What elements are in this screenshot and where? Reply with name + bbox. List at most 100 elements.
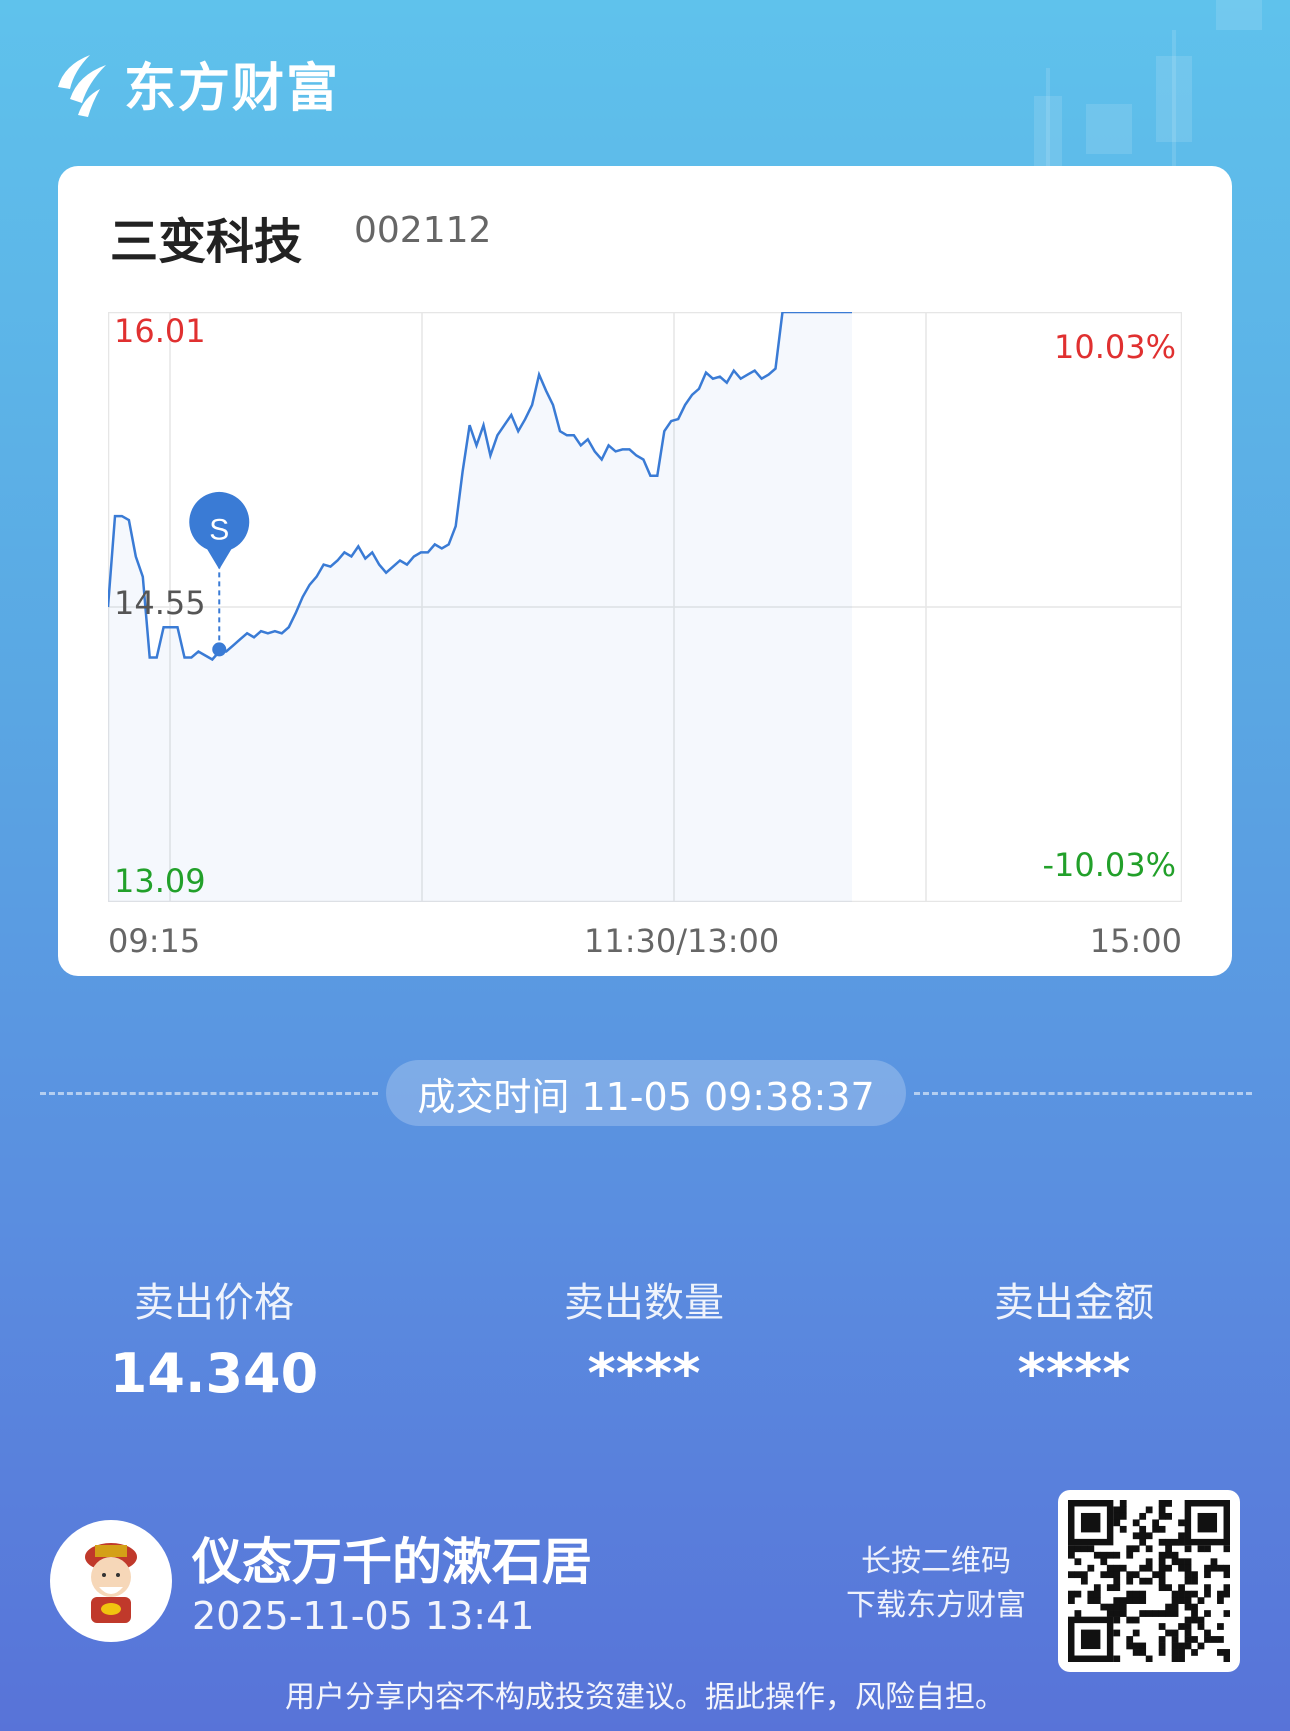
- qr-module: [1184, 1571, 1192, 1579]
- sell-price-value: 14.340: [109, 1342, 319, 1405]
- avatar[interactable]: [50, 1520, 172, 1642]
- qr-module: [1139, 1512, 1147, 1520]
- qr-module: [1184, 1577, 1192, 1585]
- qr-module: [1132, 1519, 1140, 1527]
- qr-module: [1074, 1545, 1082, 1553]
- qr-module: [1145, 1532, 1153, 1540]
- qr-module: [1152, 1525, 1160, 1533]
- qr-module: [1100, 1558, 1108, 1566]
- decorative-candle: [1034, 96, 1062, 166]
- qr-module: [1184, 1597, 1192, 1604]
- qr-module: [1145, 1545, 1153, 1553]
- qr-module: [1165, 1584, 1172, 1592]
- y-high-label: 16.01: [114, 312, 206, 350]
- qr-module: [1184, 1564, 1192, 1572]
- qr-module: [1184, 1603, 1192, 1611]
- qr-module: [1074, 1571, 1082, 1579]
- qr-module: [1087, 1545, 1095, 1553]
- qr-code[interactable]: [1058, 1490, 1240, 1672]
- user-name: 仪态万千的漱石居: [192, 1533, 592, 1591]
- qr-module: [1165, 1545, 1172, 1553]
- qr-module: [1158, 1525, 1166, 1533]
- qr-module: [1223, 1564, 1231, 1572]
- qr-module: [1093, 1597, 1101, 1604]
- qr-module: [1139, 1610, 1147, 1617]
- brand-header: 东方财富: [48, 46, 340, 121]
- qr-module: [1184, 1636, 1192, 1643]
- qr-module: [1223, 1571, 1231, 1579]
- qr-module: [1158, 1500, 1166, 1507]
- qr-module: [1139, 1577, 1147, 1585]
- qr-module: [1178, 1655, 1185, 1663]
- qr-module: [1113, 1616, 1121, 1624]
- qr-module: [1217, 1636, 1224, 1643]
- qr-module: [1158, 1538, 1166, 1546]
- qr-module: [1204, 1610, 1211, 1617]
- qr-module: [1087, 1597, 1095, 1604]
- qr-module: [1165, 1512, 1172, 1520]
- sell-price-stat: 卖出价格 14.340: [64, 1270, 364, 1405]
- intraday-chart-svg: S: [108, 312, 1182, 902]
- qr-module: [1165, 1603, 1172, 1611]
- qr-finder: [1080, 1512, 1101, 1533]
- trade-time-divider: 成交时间 11-05 09:38:37: [40, 1060, 1252, 1126]
- qr-module: [1158, 1584, 1166, 1592]
- qr-module: [1145, 1577, 1153, 1585]
- qr-module: [1106, 1603, 1114, 1611]
- qr-module: [1074, 1590, 1082, 1598]
- qr-module: [1217, 1597, 1224, 1604]
- qr-module: [1178, 1642, 1185, 1650]
- qr-module: [1145, 1610, 1153, 1617]
- qr-module: [1197, 1623, 1205, 1630]
- qr-hint: 长按二维码 下载东方财富: [836, 1540, 1036, 1628]
- qr-module: [1204, 1584, 1211, 1592]
- qr-module: [1178, 1538, 1185, 1546]
- qr-module: [1145, 1558, 1153, 1566]
- decorative-candle: [1216, 0, 1262, 30]
- qr-module: [1184, 1590, 1192, 1598]
- qr-module: [1191, 1616, 1198, 1624]
- qr-finder: [1197, 1512, 1218, 1533]
- qr-module: [1139, 1564, 1147, 1572]
- qr-module: [1197, 1642, 1205, 1650]
- qr-module: [1113, 1519, 1121, 1527]
- qr-module: [1113, 1610, 1121, 1617]
- qr-module: [1217, 1623, 1224, 1630]
- qr-module: [1132, 1590, 1140, 1598]
- qr-module: [1139, 1525, 1147, 1533]
- qr-module: [1165, 1500, 1172, 1507]
- qr-module: [1093, 1590, 1101, 1598]
- qr-module: [1158, 1512, 1166, 1520]
- brand-name: 东方财富: [124, 59, 341, 119]
- qr-module: [1145, 1506, 1153, 1514]
- qr-module: [1068, 1551, 1075, 1559]
- qr-module: [1204, 1636, 1211, 1643]
- dashed-divider: [914, 1092, 1252, 1095]
- qr-module: [1191, 1590, 1198, 1598]
- x-tick-label: 09:15: [108, 922, 201, 960]
- stock-chart-card[interactable]: 三变科技 002112 S 16.01 14.55 13.09 10.03% -…: [58, 166, 1232, 976]
- share-datetime: 2025-11-05 13:41: [192, 1594, 535, 1638]
- qr-module: [1113, 1584, 1121, 1592]
- qr-hint-line: 长按二维码: [861, 1544, 1011, 1579]
- qr-module: [1171, 1636, 1179, 1643]
- qr-module: [1100, 1603, 1108, 1611]
- qr-module: [1126, 1545, 1134, 1553]
- qr-module: [1197, 1545, 1205, 1553]
- qr-module: [1165, 1564, 1172, 1572]
- qr-module: [1171, 1649, 1179, 1656]
- qr-module: [1080, 1545, 1088, 1553]
- qr-module: [1178, 1519, 1185, 1527]
- sell-amount-label: 卖出金额: [994, 1280, 1154, 1326]
- qr-module: [1171, 1597, 1179, 1604]
- qr-module: [1126, 1642, 1134, 1650]
- qr-module: [1132, 1649, 1140, 1656]
- qr-module: [1158, 1623, 1166, 1630]
- qr-module: [1113, 1655, 1121, 1663]
- qr-module: [1210, 1564, 1218, 1572]
- qr-module: [1191, 1610, 1198, 1617]
- intraday-chart[interactable]: S 16.01 14.55 13.09 10.03% -10.03%: [108, 312, 1182, 902]
- qr-module: [1178, 1532, 1185, 1540]
- qr-module: [1191, 1577, 1198, 1585]
- qr-module: [1171, 1642, 1179, 1650]
